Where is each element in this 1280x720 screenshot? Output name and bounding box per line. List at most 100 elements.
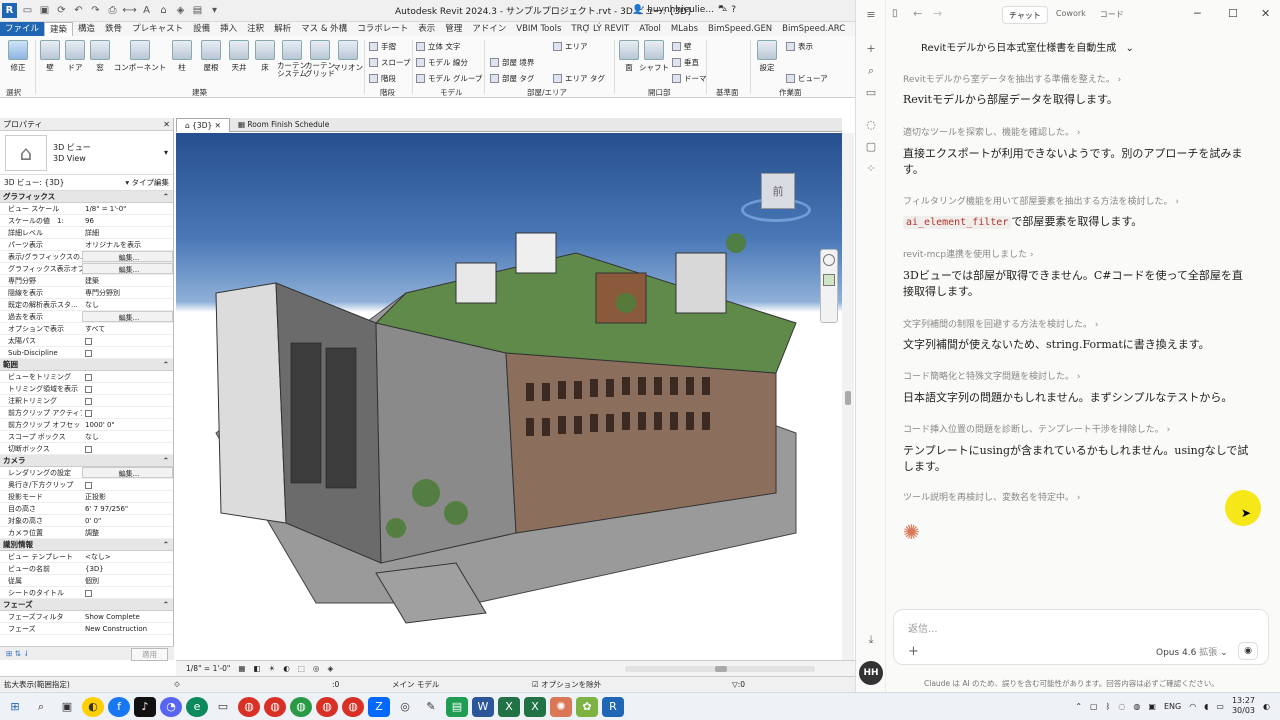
conversation-title[interactable]: Revitモデルから日本式室仕様書を自動生成 ⌄: [921, 39, 1134, 54]
project-icon[interactable]: ▢: [864, 140, 878, 154]
wifi-icon[interactable]: ◠: [1189, 702, 1196, 711]
search-icon[interactable]: ⌕: [30, 697, 52, 717]
collapse-icon[interactable]: ⌃: [163, 455, 169, 467]
tray-app-icon[interactable]: ▢: [1090, 702, 1098, 711]
property-value[interactable]: 0' 0": [82, 515, 173, 526]
quick-access-dropdown-icon[interactable]: ▾: [208, 4, 221, 17]
set-workplane-button[interactable]: 設定: [753, 40, 781, 73]
close-icon[interactable]: ✕: [163, 118, 170, 131]
bluetooth-icon[interactable]: ᛒ: [1106, 702, 1111, 711]
close-hidden-icon[interactable]: ▤: [191, 4, 204, 17]
properties-help-icon[interactable]: ⊞ ⇅ ⇃: [6, 649, 30, 658]
app-icon[interactable]: ◐: [82, 696, 104, 717]
thinking-step[interactable]: 文字列補間の制限を回避する方法を検討した。 ›: [903, 317, 1098, 330]
thinking-step[interactable]: フィルタリング機能を用いて部屋要素を抽出する方法を検討した。 ›: [903, 194, 1179, 207]
download-icon[interactable]: ⤓: [864, 633, 878, 647]
property-value[interactable]: {3D}: [82, 563, 173, 574]
search-icon[interactable]: ⌕: [864, 64, 878, 78]
area-button[interactable]: エリア: [553, 41, 588, 52]
property-checkbox[interactable]: [85, 589, 92, 597]
property-group-header[interactable]: グラフィックス ⌃: [0, 191, 173, 203]
visual-style-icon[interactable]: ◧: [253, 664, 260, 673]
select-panel-label[interactable]: 選択: [6, 87, 21, 98]
voice-icon[interactable]: ◉: [1238, 642, 1258, 660]
exclude-options-checkbox[interactable]: ☑ オプションを除外: [532, 679, 672, 690]
ribbon-tab[interactable]: BimSpeed.ARC: [777, 22, 850, 36]
add-attachment-icon[interactable]: +: [908, 644, 919, 659]
tab-code[interactable]: コード: [1094, 6, 1130, 24]
property-value[interactable]: 1000' 0": [82, 419, 173, 430]
ribbon-tab[interactable]: BimSpeed.GEN: [703, 22, 777, 36]
zalo-icon[interactable]: Z: [368, 696, 390, 717]
chrome-icon[interactable]: ◍: [264, 696, 286, 717]
property-value[interactable]: 編集...: [82, 467, 173, 478]
collapse-icon[interactable]: ⌃: [163, 359, 169, 371]
property-value[interactable]: [82, 443, 173, 454]
apps-icon[interactable]: ⁘: [864, 162, 878, 176]
app-icon[interactable]: ✿: [576, 696, 598, 717]
sun-path-icon[interactable]: ☀: [269, 664, 276, 673]
ribbon-tab[interactable]: 表示: [413, 22, 440, 36]
model-selector[interactable]: Opus 4.6 拡張 ⌄: [1156, 645, 1228, 658]
view-scale-label[interactable]: 1/8" = 1'-0": [186, 664, 230, 673]
redo-icon[interactable]: ↷: [89, 4, 102, 17]
mullion-button[interactable]: マリオン: [333, 40, 363, 73]
shadows-icon[interactable]: ◐: [283, 664, 290, 673]
ribbon-tab[interactable]: マス & 外構: [296, 22, 352, 36]
property-value[interactable]: 正投影: [82, 491, 173, 502]
collapse-icon[interactable]: ⌃: [163, 191, 169, 203]
detail-level-icon[interactable]: ▦: [238, 664, 245, 673]
ribbon-tab[interactable]: 解析: [269, 22, 296, 36]
property-value[interactable]: [82, 407, 173, 418]
model-text-button[interactable]: 立体 文字: [416, 41, 460, 52]
chat-icon[interactable]: ◌: [864, 118, 878, 132]
tab-3d-view[interactable]: ⌂ {3D} ✕: [176, 117, 230, 132]
property-checkbox[interactable]: [85, 409, 92, 417]
scrollbar-thumb[interactable]: [845, 391, 851, 405]
view-instance-selector[interactable]: 3D ビュー: {3D} ▾ タイプ編集: [0, 175, 173, 191]
property-group-header[interactable]: カメラ ⌃: [0, 455, 173, 467]
edit-type-button[interactable]: ▾ タイプ編集: [125, 177, 169, 188]
property-value[interactable]: 編集...: [82, 311, 173, 322]
property-group-header[interactable]: 識別情報 ⌃: [0, 539, 173, 551]
reveal-hidden-icon[interactable]: ◈: [327, 664, 333, 673]
property-value[interactable]: 個別: [82, 575, 173, 586]
cart-icon[interactable]: ⛍: [718, 4, 727, 15]
ribbon-tab[interactable]: 注釈: [242, 22, 269, 36]
door-button[interactable]: ドア: [61, 40, 89, 73]
wall-button[interactable]: 壁: [36, 40, 64, 73]
print-icon[interactable]: ⎙: [106, 4, 119, 17]
ceiling-button[interactable]: 天井: [225, 40, 253, 73]
property-checkbox[interactable]: [85, 385, 92, 393]
property-value[interactable]: [82, 335, 173, 346]
wall-opening-button[interactable]: 壁: [672, 41, 692, 52]
3d-view-icon[interactable]: ⌂: [157, 4, 170, 17]
collapse-icon[interactable]: ⌃: [163, 599, 169, 611]
main-model-selector[interactable]: メイン モデル: [392, 679, 532, 690]
reply-input[interactable]: 返信...: [908, 620, 938, 635]
close-icon[interactable]: ✕: [215, 121, 221, 130]
property-value[interactable]: オリジナルを表示: [82, 239, 173, 250]
chrome-icon[interactable]: ◍: [316, 696, 338, 717]
chrome-profile-icon[interactable]: ◍: [290, 696, 312, 717]
sync-icon[interactable]: ⟳: [55, 4, 68, 17]
language-indicator[interactable]: ENG: [1164, 702, 1181, 711]
save-icon[interactable]: ▣: [38, 4, 51, 17]
tiktok-icon[interactable]: ♪: [134, 696, 156, 717]
property-value[interactable]: すべて: [82, 323, 173, 334]
filter-icon[interactable]: ▽:0: [732, 680, 745, 689]
property-value[interactable]: Show Complete: [82, 611, 173, 622]
ribbon-tab[interactable]: 設備: [188, 22, 215, 36]
ribbon-tab[interactable]: 挿入: [215, 22, 242, 36]
chrome-icon[interactable]: ◍: [238, 696, 260, 717]
section-icon[interactable]: ◈: [174, 4, 187, 17]
paint-icon[interactable]: ✎: [420, 697, 442, 717]
windows-start-icon[interactable]: ⊞: [4, 697, 26, 717]
dormer-button[interactable]: ドーマ: [672, 73, 707, 84]
worksharing-icon[interactable]: ⟐: [174, 680, 332, 690]
column-button[interactable]: 柱: [168, 40, 196, 73]
user-box[interactable]: 👤 huynhhieulie... ⛍ ?: [632, 4, 736, 15]
sidebar-toggle-icon[interactable]: ▯: [892, 8, 898, 19]
property-value[interactable]: 編集...: [82, 251, 173, 262]
briefcase-icon[interactable]: ▭: [864, 86, 878, 100]
